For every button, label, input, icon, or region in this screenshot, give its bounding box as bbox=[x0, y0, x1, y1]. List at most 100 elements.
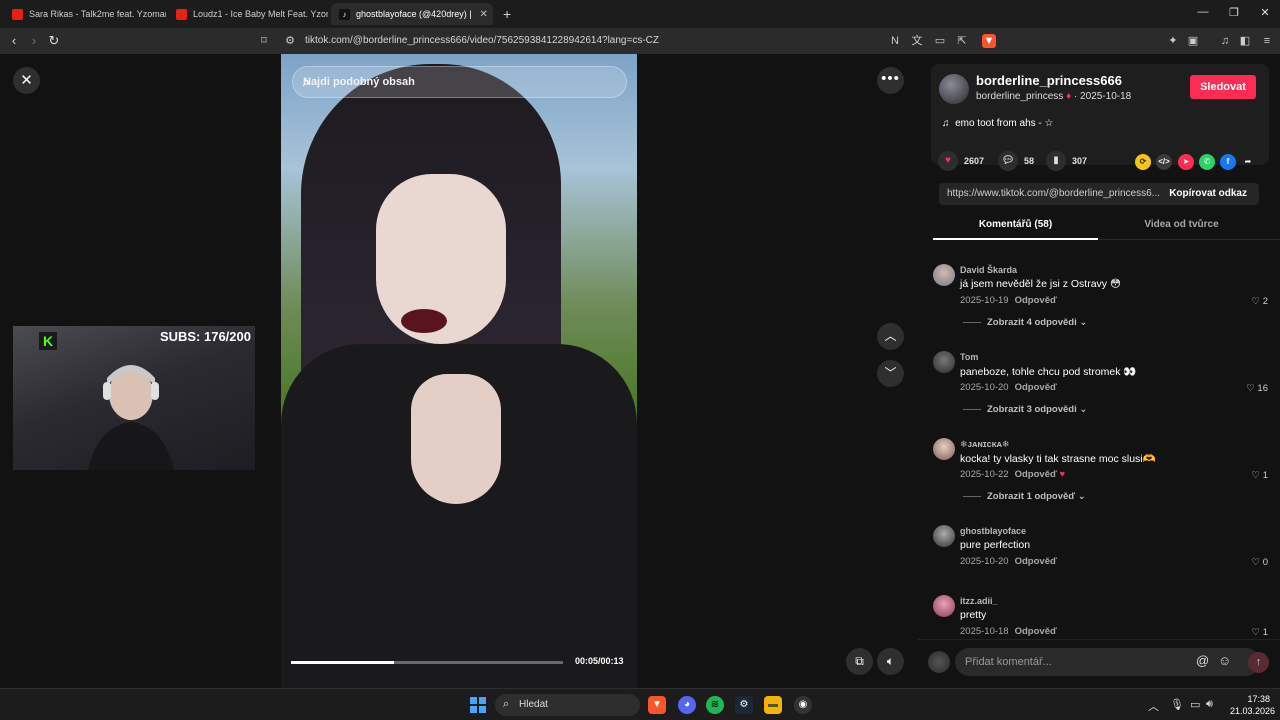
comment-user[interactable]: Tom bbox=[960, 352, 978, 362]
brave-icon[interactable]: ▼ bbox=[648, 696, 666, 714]
post-date: · 2025-10-18 bbox=[1073, 91, 1132, 102]
comment-like-button[interactable]: ♡ 2 bbox=[1252, 296, 1268, 307]
browser-tab[interactable]: Loudz1 - Ice Baby Melt Feat. Yzomandia bbox=[168, 3, 328, 25]
brave-shields-icon[interactable]: ▼ bbox=[982, 34, 996, 48]
steam-icon[interactable]: ⚙ bbox=[735, 696, 753, 714]
start-icon[interactable] bbox=[470, 697, 486, 713]
facebook-icon[interactable]: f bbox=[1220, 154, 1236, 170]
mention-icon[interactable]: @ bbox=[1196, 653, 1209, 668]
follow-button[interactable]: Sledovat bbox=[1190, 75, 1256, 99]
taskbar-search[interactable]: ⌕ Hledat bbox=[495, 694, 640, 716]
whatsapp-icon[interactable]: ✆ bbox=[1199, 154, 1215, 170]
next-video-icon[interactable]: ﹀ bbox=[877, 360, 904, 387]
restore-icon[interactable]: ❐ bbox=[1219, 6, 1249, 19]
extensions-icon[interactable]: ✦ bbox=[1166, 34, 1180, 48]
comment-like-button[interactable]: ♡ 16 bbox=[1246, 383, 1268, 394]
new-tab-button[interactable]: + bbox=[495, 3, 517, 25]
video-progress-bar[interactable] bbox=[291, 661, 563, 664]
progress-fill bbox=[291, 661, 395, 664]
translate-icon[interactable]: 文 bbox=[910, 34, 924, 48]
spotify-icon[interactable]: ≋ bbox=[706, 696, 724, 714]
reply-button[interactable]: Odpověď bbox=[1015, 469, 1057, 480]
back-icon[interactable]: ‹ bbox=[5, 33, 23, 49]
copy-link-button[interactable]: Kopírovat odkaz bbox=[1169, 188, 1247, 199]
browser-tab[interactable]: Sara Rikas - Talk2me feat. Yzomandia bbox=[4, 3, 166, 25]
save-button[interactable]: ▮ 307 bbox=[1046, 151, 1087, 171]
obs-icon[interactable]: ◉ bbox=[794, 696, 812, 714]
comment-meta: 2025-10-20 Odpověď bbox=[960, 382, 1057, 393]
like-button[interactable]: ♥ 2607 bbox=[938, 151, 984, 171]
close-tab-icon[interactable]: ✕ bbox=[472, 9, 488, 20]
comment-user[interactable]: itzz.adii_ bbox=[960, 596, 998, 606]
send-icon[interactable]: ➤ bbox=[1178, 154, 1194, 170]
speaker-icon[interactable]: 🔊︎ bbox=[1206, 698, 1213, 711]
wallet-icon[interactable]: ▣ bbox=[1186, 34, 1200, 48]
comment-user[interactable]: ❄︎ᴊᴀɴɪᴄᴋᴀ❄︎ bbox=[960, 439, 1009, 450]
share-page-icon[interactable]: ⇱ bbox=[955, 34, 969, 48]
avatar[interactable] bbox=[933, 264, 955, 286]
emoji-icon[interactable]: ☺ bbox=[1218, 653, 1231, 668]
avatar[interactable] bbox=[933, 525, 955, 547]
tab-creator-videos[interactable]: Videa od tvůrce bbox=[1099, 219, 1264, 230]
comment-user[interactable]: ghostblayoface bbox=[960, 526, 1026, 536]
avatar[interactable] bbox=[933, 595, 955, 617]
similar-content-search[interactable]: Najdi podobný obsah ⌕ bbox=[292, 66, 627, 98]
site-info-icon[interactable]: ⚙ bbox=[283, 34, 297, 48]
file-explorer-icon[interactable]: ▬ bbox=[764, 696, 782, 714]
video-player[interactable]: Najdi podobný obsah ⌕ 00:05/00:13 bbox=[281, 54, 637, 688]
floating-player-icon[interactable]: ⧉ bbox=[846, 648, 873, 675]
post-comment-button[interactable]: ↑ bbox=[1248, 652, 1269, 673]
search-icon[interactable]: ⌕ bbox=[303, 74, 614, 90]
microphone-icon[interactable]: 🎙︎ bbox=[1170, 698, 1184, 711]
avatar[interactable] bbox=[939, 74, 969, 104]
media-icon[interactable]: ♫ bbox=[1218, 34, 1232, 48]
reply-button[interactable]: Odpověď bbox=[1015, 382, 1057, 393]
comment-like-button[interactable]: ♡ 1 bbox=[1252, 627, 1268, 638]
show-replies-button[interactable]: Zobrazit 3 odpovědi ⌄ bbox=[963, 404, 1087, 415]
reply-button[interactable]: Odpověď bbox=[1015, 556, 1057, 567]
minimize-icon[interactable]: — bbox=[1188, 6, 1218, 18]
reader-icon[interactable]: N bbox=[888, 34, 902, 48]
browser-tab-active[interactable]: ♪ ghostblayoface (@420drey) | ✕ bbox=[331, 3, 493, 25]
heart-outline-icon: ♡ bbox=[1251, 627, 1261, 638]
creator-name[interactable]: borderline_princess666 bbox=[976, 73, 1122, 88]
forward-icon[interactable]: › bbox=[25, 33, 43, 49]
reply-button[interactable]: Odpověď bbox=[1015, 295, 1057, 306]
list-item: ❄︎ᴊᴀɴɪᴄᴋᴀ❄︎ kocka! ty vlasky ti tak stra… bbox=[933, 438, 1268, 518]
display-icon[interactable]: ▭ bbox=[1190, 698, 1200, 711]
cast-icon[interactable]: ▭ bbox=[933, 34, 947, 48]
system-clock[interactable]: 17:38 21.03.2026 bbox=[1230, 693, 1275, 717]
volume-icon[interactable]: 🔈︎ bbox=[877, 648, 904, 675]
tab-comments[interactable]: Komentářů (58) bbox=[933, 219, 1098, 230]
comment-input[interactable] bbox=[955, 648, 1260, 676]
reply-button[interactable]: Odpověď bbox=[1015, 626, 1057, 637]
tiktok-icon: ♪ bbox=[339, 8, 350, 20]
music-row[interactable]: ♫ emo toot from ahs - ☆ bbox=[942, 118, 1054, 129]
comment-user[interactable]: David Škarda bbox=[960, 265, 1017, 275]
avatar[interactable] bbox=[928, 651, 950, 673]
more-options-icon[interactable]: ••• bbox=[877, 67, 904, 94]
embed-icon[interactable]: </> bbox=[1156, 154, 1172, 170]
repost-icon[interactable]: ⟳ bbox=[1135, 154, 1151, 170]
avatar[interactable] bbox=[933, 351, 955, 373]
close-window-icon[interactable]: ✕ bbox=[1250, 6, 1280, 19]
avatar[interactable] bbox=[933, 438, 955, 460]
taskbar-search-label: Hledat bbox=[519, 699, 548, 710]
bookmark-icon[interactable]: ⌑ bbox=[257, 34, 271, 48]
show-replies-button[interactable]: Zobrazit 4 odpovědi ⌄ bbox=[963, 317, 1087, 328]
show-replies-button[interactable]: Zobrazit 1 odpověď ⌄ bbox=[963, 491, 1086, 502]
comment-like-count: 16 bbox=[1257, 383, 1268, 394]
comment-like-button[interactable]: ♡ 0 bbox=[1252, 557, 1268, 568]
discord-icon[interactable]: ◕ bbox=[678, 696, 696, 714]
previous-video-icon[interactable]: ︿ bbox=[877, 323, 904, 350]
menu-icon[interactable]: ≡ bbox=[1260, 34, 1274, 48]
close-icon[interactable]: ✕ bbox=[13, 67, 40, 94]
share-icon[interactable]: ➦ bbox=[1240, 154, 1256, 170]
url-field[interactable]: tiktok.com/@borderline_princess666/video… bbox=[305, 35, 659, 46]
sidebar-icon[interactable]: ◧ bbox=[1238, 34, 1252, 48]
comment-button[interactable]: 💬︎ 58 bbox=[998, 151, 1034, 171]
reload-icon[interactable]: ↻ bbox=[45, 33, 63, 49]
comment-like-button[interactable]: ♡ 1 bbox=[1252, 470, 1268, 481]
share-link[interactable]: https://www.tiktok.com/@borderline_princ… bbox=[947, 188, 1162, 199]
chevron-up-icon[interactable]: ︿ bbox=[1148, 698, 1159, 714]
